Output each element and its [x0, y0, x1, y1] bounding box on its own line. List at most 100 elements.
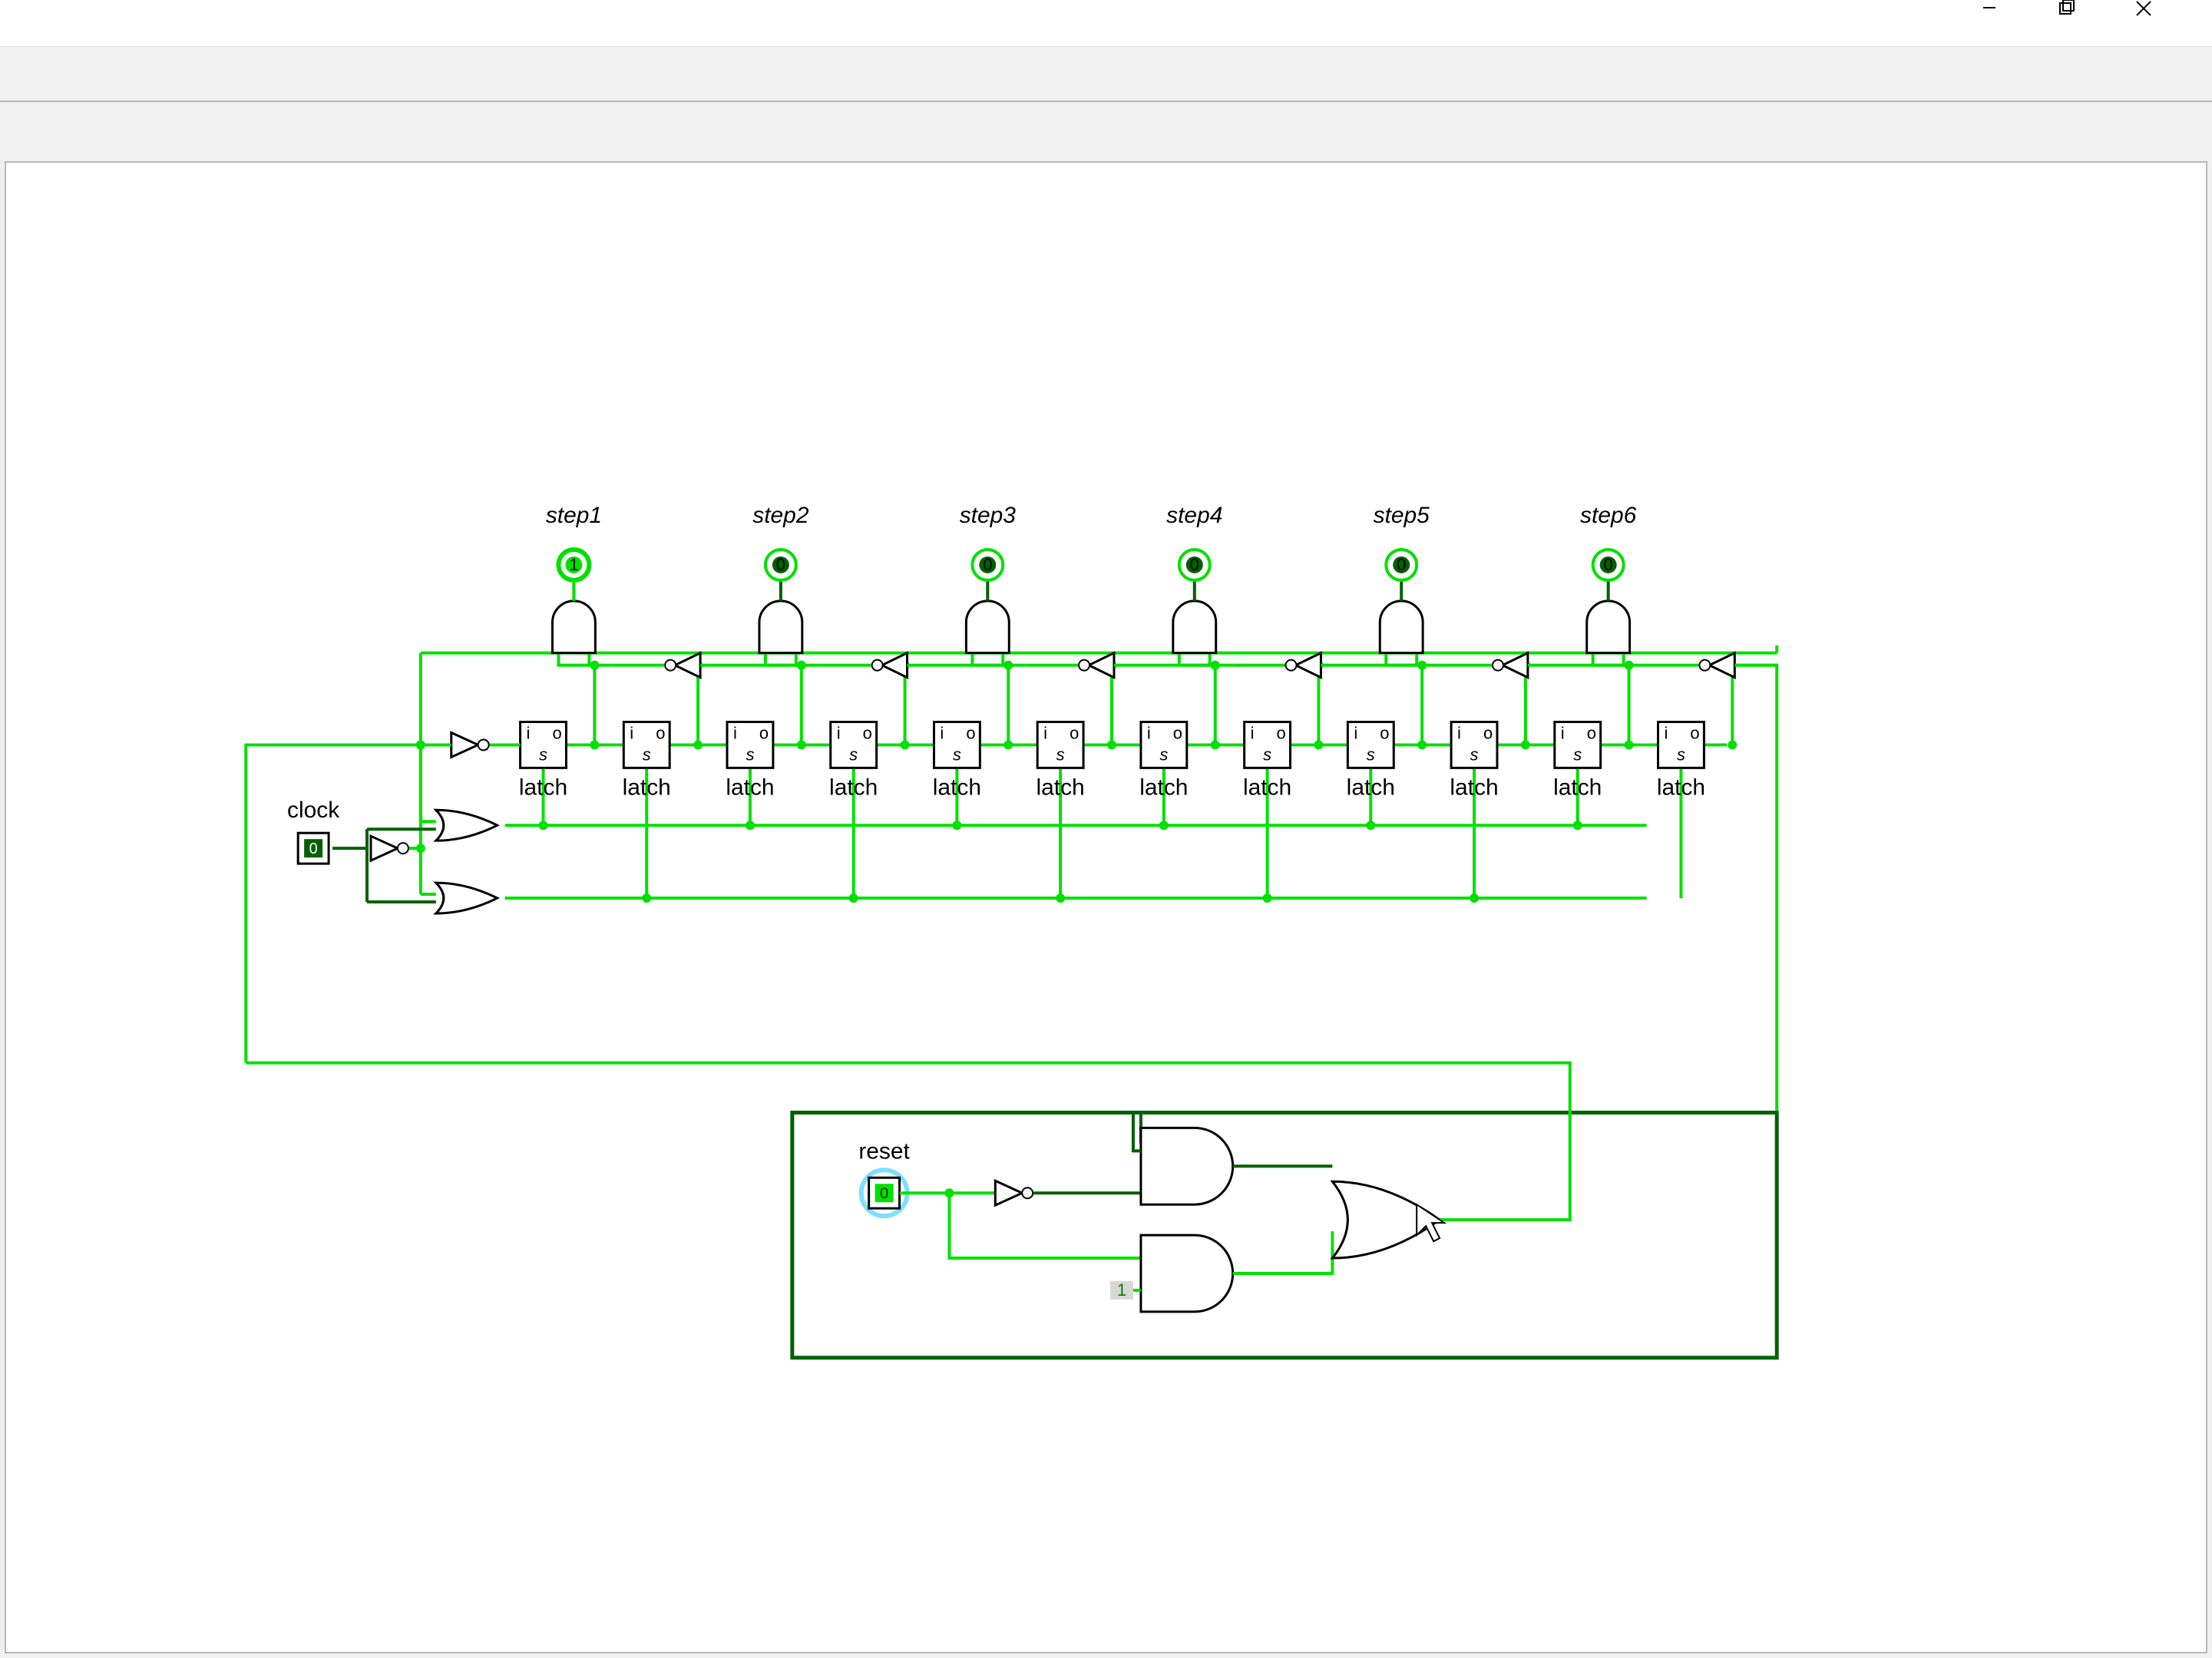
maximize-icon — [2058, 0, 2135, 42]
svg-text:i: i — [1665, 723, 1668, 742]
circuit-diagram: 1 step1 0 step2 0 step3 0 step4 — [6, 163, 2206, 1652]
close-button[interactable] — [2135, 0, 2212, 42]
svg-text:0: 0 — [1604, 555, 1613, 574]
svg-text:o: o — [759, 723, 769, 742]
reset-input[interactable]: reset 0 — [858, 1138, 910, 1216]
svg-text:o: o — [1587, 723, 1596, 742]
latch-1[interactable]: i os latch — [519, 722, 567, 800]
svg-text:latch: latch — [1243, 775, 1291, 800]
clock-input[interactable]: clock 0 — [287, 798, 339, 864]
svg-text:i: i — [1561, 723, 1565, 742]
svg-text:s: s — [1677, 745, 1685, 764]
svg-text:s: s — [746, 745, 754, 764]
svg-text:1: 1 — [1117, 1280, 1126, 1300]
svg-text:latch: latch — [829, 775, 878, 800]
svg-text:s: s — [1573, 745, 1582, 764]
svg-text:latch: latch — [623, 775, 671, 800]
latch-8[interactable]: i os latch — [1243, 722, 1291, 800]
input-not-gate — [451, 732, 489, 757]
svg-text:latch: latch — [1347, 775, 1395, 800]
svg-text:0: 0 — [1397, 555, 1406, 574]
svg-text:latch: latch — [1553, 775, 1602, 800]
latch-3[interactable]: i os latch — [726, 722, 774, 800]
svg-text:o: o — [656, 723, 665, 742]
svg-text:o: o — [1277, 723, 1286, 742]
svg-text:o: o — [1173, 723, 1182, 742]
clock-buffer — [371, 836, 408, 860]
svg-text:i: i — [940, 723, 944, 742]
svg-text:i: i — [837, 723, 841, 742]
svg-text:s: s — [1470, 745, 1479, 764]
svg-text:i: i — [1043, 723, 1047, 742]
svg-text:latch: latch — [519, 775, 567, 800]
svg-text:s: s — [1056, 745, 1065, 764]
circuit-canvas[interactable]: 1 step1 0 step2 0 step3 0 step4 — [5, 161, 2207, 1653]
step3-label: step3 — [960, 503, 1017, 528]
constant-1: 1 — [1110, 1280, 1133, 1300]
latch-10[interactable]: i os latch — [1450, 722, 1498, 800]
latch-5[interactable]: i os latch — [933, 722, 981, 800]
step4-led[interactable]: 0 — [1179, 550, 1210, 580]
svg-text:0: 0 — [309, 841, 318, 857]
latch-6[interactable]: i os latch — [1037, 722, 1085, 800]
svg-text:latch: latch — [1037, 775, 1085, 800]
step5-label: step5 — [1374, 503, 1430, 528]
svg-text:reset: reset — [858, 1138, 910, 1164]
minimize-button[interactable] — [1982, 0, 2058, 42]
close-icon — [2135, 0, 2212, 42]
latch-11[interactable]: i os latch — [1553, 722, 1602, 800]
svg-text:latch: latch — [726, 775, 774, 800]
latch-4[interactable]: i os latch — [829, 722, 878, 800]
svg-text:clock: clock — [287, 798, 339, 823]
svg-text:o: o — [1690, 723, 1699, 742]
latch-12[interactable]: ioslatch — [1657, 722, 1705, 800]
svg-text:i: i — [1147, 723, 1151, 742]
titlebar — [0, 0, 2212, 46]
svg-text:latch: latch — [1450, 775, 1498, 800]
latch-7[interactable]: i os latch — [1139, 722, 1188, 800]
maximize-button[interactable] — [2058, 0, 2135, 42]
step1-led[interactable]: 1 — [558, 550, 589, 580]
step6-led[interactable]: 0 — [1593, 550, 1624, 580]
reset-not-gate — [995, 1181, 1033, 1205]
cursor-icon — [1417, 1204, 1444, 1241]
svg-text:s: s — [849, 745, 858, 764]
svg-text:i: i — [527, 723, 531, 742]
step5-led[interactable]: 0 — [1386, 550, 1417, 580]
svg-text:latch: latch — [1139, 775, 1188, 800]
svg-text:s: s — [1159, 745, 1168, 764]
application-window: 1 step1 0 step2 0 step3 0 step4 — [0, 0, 2212, 1658]
reset-block-frame — [792, 1112, 1777, 1357]
or-gate-upper — [436, 810, 498, 841]
latch-2[interactable]: i os latch — [623, 722, 671, 800]
svg-text:0: 0 — [880, 1185, 888, 1202]
step2-label: step2 — [752, 503, 809, 528]
or-gate-lower — [436, 883, 498, 913]
svg-text:i: i — [1354, 723, 1357, 742]
svg-text:o: o — [863, 723, 872, 742]
step2-led[interactable]: 0 — [765, 550, 796, 580]
svg-text:i: i — [733, 723, 737, 742]
svg-text:s: s — [539, 745, 547, 764]
svg-text:0: 0 — [776, 555, 785, 574]
reset-and-lower — [1141, 1235, 1233, 1312]
svg-text:o: o — [1070, 723, 1079, 742]
latch-9[interactable]: ioslatch — [1347, 722, 1395, 800]
toolbar — [0, 46, 2212, 102]
svg-text:1: 1 — [569, 555, 578, 574]
svg-text:0: 0 — [983, 555, 992, 574]
svg-text:o: o — [966, 723, 975, 742]
svg-text:i: i — [630, 723, 633, 742]
svg-text:s: s — [953, 745, 961, 764]
svg-text:i: i — [1251, 723, 1255, 742]
minimize-icon — [1982, 0, 2058, 42]
svg-text:s: s — [1263, 745, 1271, 764]
svg-text:latch: latch — [933, 775, 981, 800]
svg-text:i: i — [1457, 723, 1461, 742]
svg-text:s: s — [1367, 745, 1375, 764]
svg-text:o: o — [1483, 723, 1493, 742]
step-leds: 1 step1 0 step2 0 step3 0 step4 — [546, 503, 1637, 580]
step3-led[interactable]: 0 — [972, 550, 1003, 580]
svg-text:o: o — [552, 723, 561, 742]
svg-text:s: s — [643, 745, 651, 764]
